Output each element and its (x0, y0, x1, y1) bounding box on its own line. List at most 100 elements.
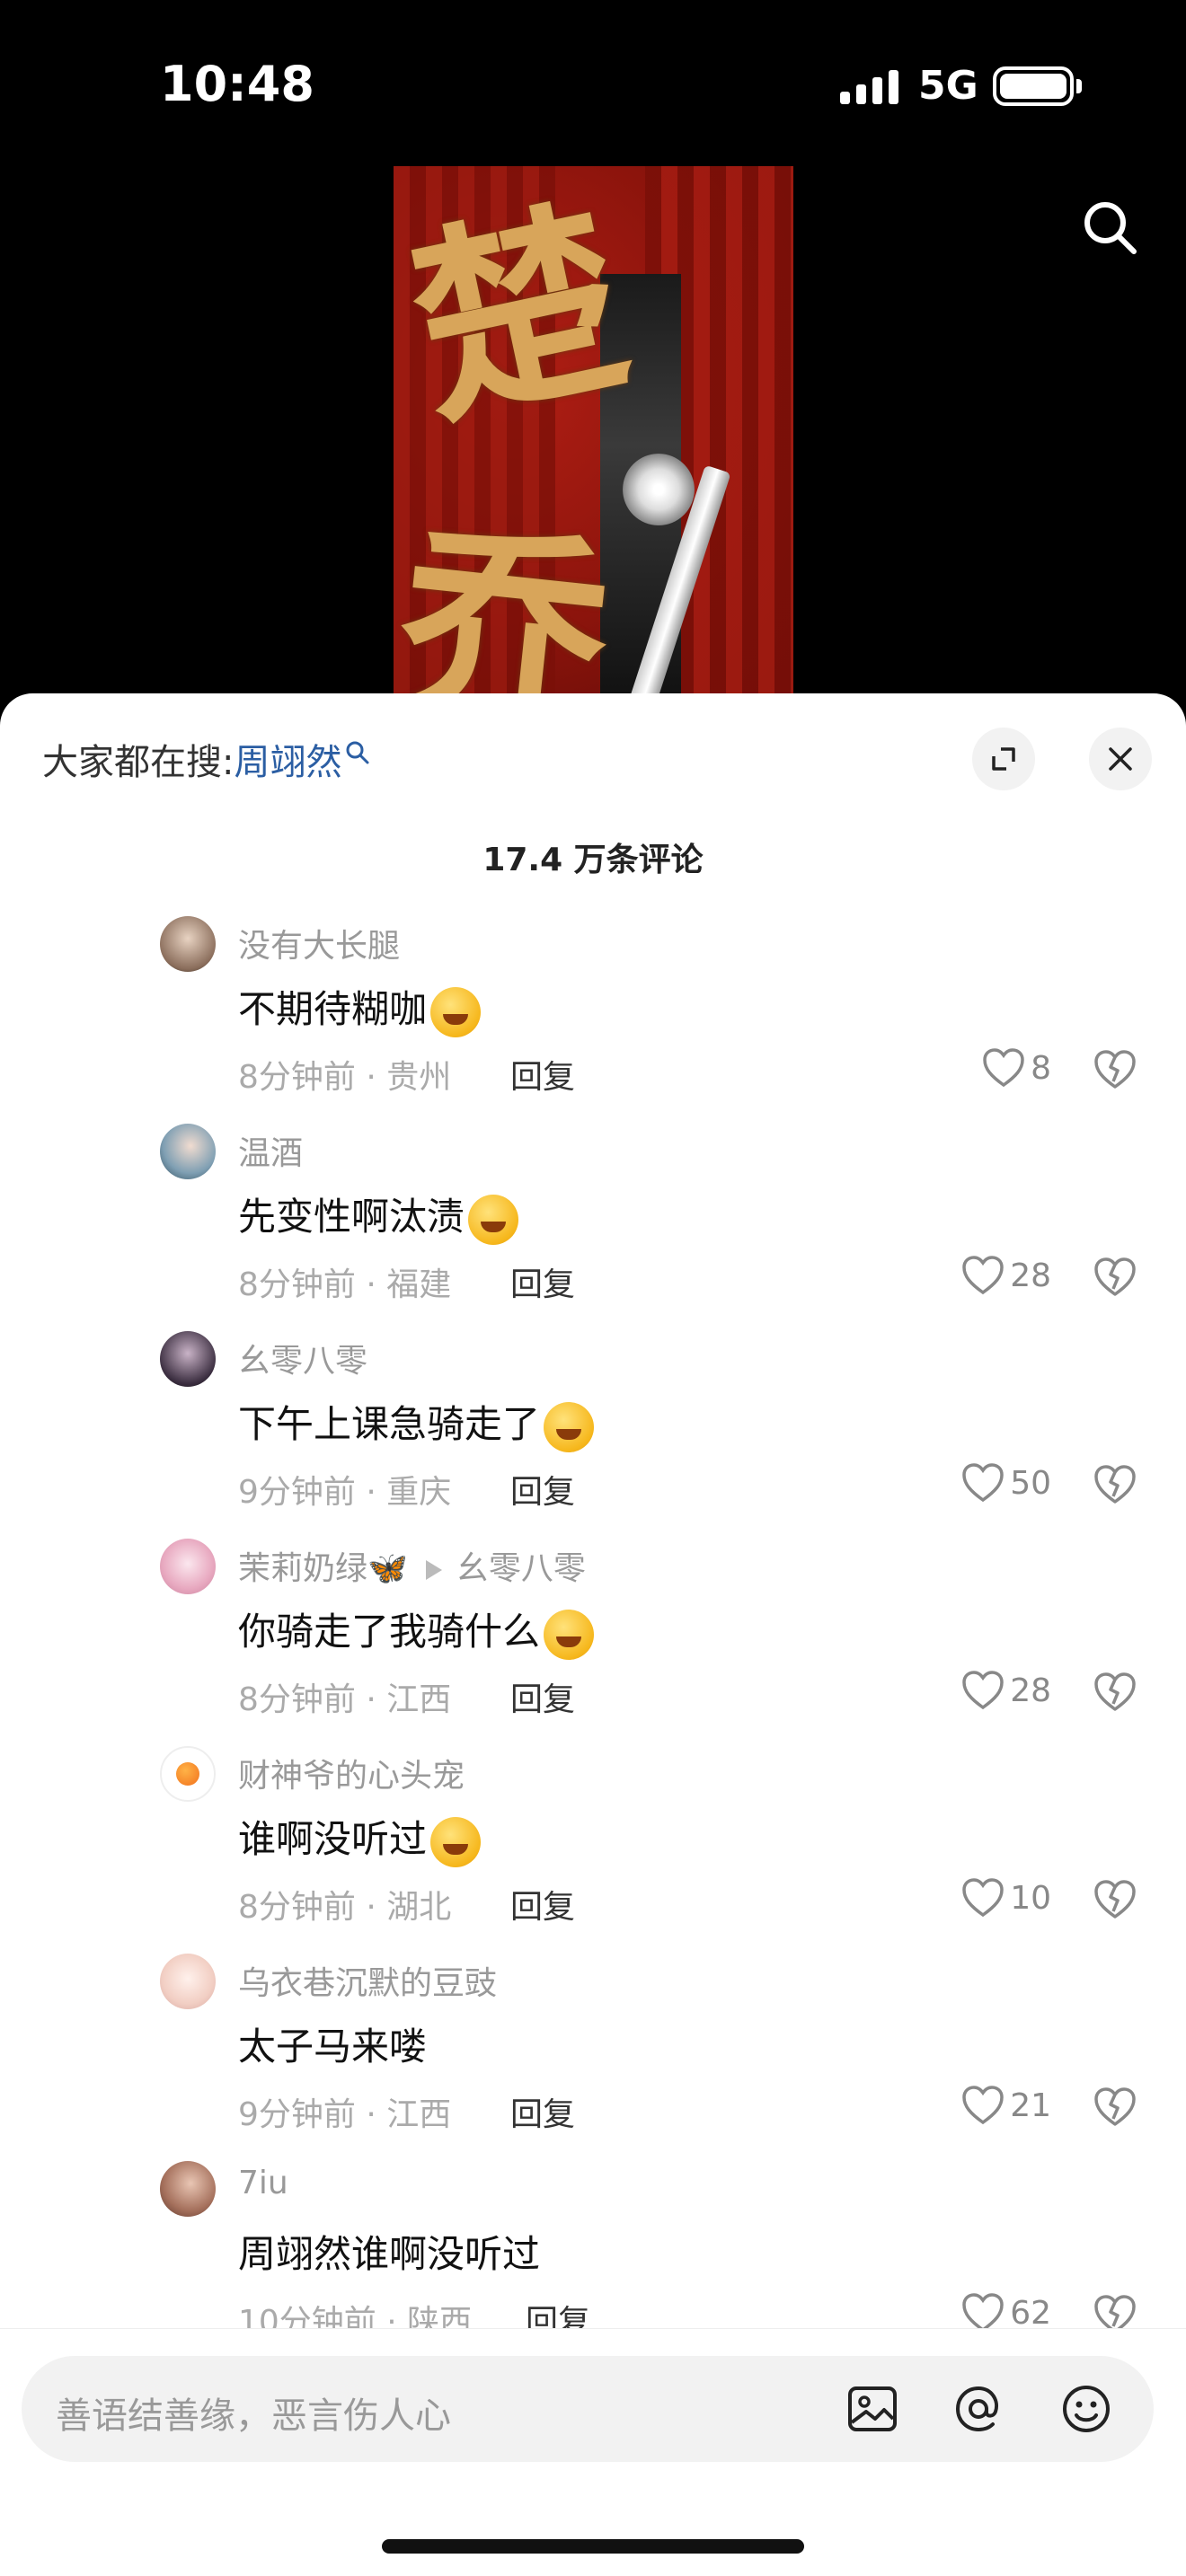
username-text: 幺零八零 (238, 1343, 368, 1380)
butterfly-badge: 🦋 (367, 1550, 408, 1587)
avatar[interactable] (160, 1954, 216, 2009)
heart-icon (962, 1671, 1004, 1710)
avatar[interactable] (160, 1124, 216, 1179)
battery-icon (993, 66, 1074, 106)
comment-meta: 8分钟前 · 湖北 (238, 1889, 452, 1926)
comment-text: 先变性啊汰渍 (238, 1187, 519, 1245)
network-type: 5G (918, 63, 978, 109)
emoji-icon (544, 1401, 595, 1452)
hot-search-term[interactable]: 周翊然 (234, 733, 341, 785)
emoji-icon (544, 1609, 595, 1660)
comment-item: 财神爷的心头宠 谁啊没听过 8分钟前 · 湖北 回复 10 (0, 1746, 1186, 1954)
reply-button[interactable]: 回复 (510, 1673, 575, 1720)
image-icon[interactable] (843, 2379, 902, 2439)
comment-body: 谁啊没听过 (238, 1817, 428, 1861)
like-count: 28 (1010, 1257, 1051, 1294)
comment-username[interactable]: 没有大长腿 (238, 920, 400, 966)
avatar[interactable] (160, 2161, 216, 2217)
comment-text: 不期待糊咖 (238, 979, 482, 1037)
like-button[interactable]: 50 (961, 1462, 1051, 1504)
heart-icon (962, 1878, 1004, 1918)
reply-button[interactable]: 回复 (510, 1258, 575, 1305)
like-button[interactable]: 21 (961, 2085, 1051, 2126)
reply-arrow-icon (425, 1560, 442, 1580)
like-count: 50 (1010, 1464, 1051, 1502)
comment-text: 谁啊没听过 (238, 1809, 482, 1867)
poster-flower (623, 454, 695, 525)
dislike-icon[interactable] (1093, 1047, 1137, 1090)
home-indicator[interactable] (382, 2539, 804, 2554)
emoji-icon (468, 1194, 519, 1245)
emoji-icon (430, 1816, 482, 1867)
comment-body: 不期待糊咖 (238, 987, 428, 1031)
reply-button[interactable]: 回复 (510, 2088, 575, 2135)
username-text: 没有大长腿 (238, 928, 401, 965)
comment-meta: 8分钟前 · 福建 (238, 1266, 452, 1303)
expand-button[interactable] (972, 728, 1035, 790)
comment-username[interactable]: 温酒 (238, 1127, 303, 1174)
reply-button[interactable]: 回复 (510, 1466, 575, 1513)
comment-text: 你骑走了我骑什么 (238, 1601, 595, 1660)
status-bar: 10:48 5G (0, 0, 1186, 171)
comment-body: 你骑走了我骑什么 (238, 1610, 541, 1654)
heart-icon (962, 1256, 1004, 1295)
comment-input-bar: 善语结善缘，恶言伤人心 (0, 2328, 1186, 2576)
comment-item: 没有大长腿 不期待糊咖 8分钟前 · 贵州 回复 8 (0, 916, 1186, 1124)
comment-meta: 9分钟前 · 重庆 (238, 1474, 452, 1511)
video-poster[interactable]: 楚 乔 (394, 166, 793, 701)
heart-icon (983, 1048, 1024, 1088)
close-button[interactable] (1089, 728, 1152, 790)
comment-item: 乌衣巷沉默的豆豉 太子马来喽 9分钟前 · 江西 回复 21 (0, 1954, 1186, 2161)
avatar[interactable] (160, 916, 216, 972)
like-count: 28 (1010, 1672, 1051, 1709)
comment-body: 周翊然谁啊没听过 (238, 2232, 541, 2276)
small-search-icon (346, 741, 369, 764)
like-button[interactable]: 28 (961, 1255, 1051, 1296)
comment-body: 先变性啊汰渍 (238, 1195, 465, 1239)
comment-username[interactable]: 幺零八零 (238, 1335, 367, 1381)
reply-to-username[interactable]: 幺零八零 (456, 1550, 586, 1587)
expand-icon (992, 747, 1015, 771)
comment-text: 下午上课急骑走了 (238, 1394, 595, 1452)
emoji-icon[interactable] (1057, 2379, 1116, 2439)
like-count: 21 (1010, 2086, 1051, 2124)
like-button[interactable]: 28 (961, 1670, 1051, 1711)
comment-username[interactable]: 7iu (238, 2165, 288, 2201)
like-button[interactable]: 10 (961, 1877, 1051, 1919)
comment-username[interactable]: 茉莉奶绿🦋 幺零八零 (238, 1542, 586, 1589)
comment-text: 周翊然谁啊没听过 (238, 2224, 540, 2279)
reply-button[interactable]: 回复 (510, 1051, 575, 1098)
comment-username[interactable]: 乌衣巷沉默的豆豉 (238, 1957, 497, 2004)
comment-username[interactable]: 财神爷的心头宠 (238, 1750, 465, 1796)
comment-input[interactable]: 善语结善缘，恶言伤人心 (22, 2356, 1154, 2462)
dislike-icon[interactable] (1093, 1462, 1137, 1505)
username-text: 温酒 (238, 1135, 304, 1172)
dislike-icon[interactable] (1093, 1255, 1137, 1298)
avatar[interactable] (160, 1539, 216, 1594)
battery-cap (1076, 79, 1082, 93)
dislike-icon[interactable] (1093, 1670, 1137, 1713)
comment-text: 太子马来喽 (238, 2016, 427, 2071)
reply-button[interactable]: 回复 (510, 1881, 575, 1928)
comment-count: 17.4 万条评论 (482, 842, 704, 878)
username-text: 乌衣巷沉默的豆豉 (238, 1965, 498, 2002)
username-text: 7iu (238, 2165, 288, 2201)
hot-search[interactable]: 大家都在搜: 周翊然 (42, 733, 370, 785)
avatar[interactable] (160, 1331, 216, 1387)
like-count: 10 (1010, 1879, 1051, 1917)
username-text: 茉莉奶绿 (238, 1550, 368, 1587)
dislike-icon[interactable] (1093, 1877, 1137, 1920)
at-icon[interactable] (949, 2379, 1008, 2439)
dislike-icon[interactable] (1093, 2085, 1137, 2128)
comment-item: 茉莉奶绿🦋 幺零八零 你骑走了我骑什么 8分钟前 · 江西 回复 28 (0, 1539, 1186, 1746)
comment-body: 太子马来喽 (238, 2025, 428, 2069)
comment-sheet: 大家都在搜: 周翊然 17.4 万条评论 没有大长腿 不期待糊咖 8分钟前 · … (0, 693, 1186, 2576)
search-icon[interactable] (1078, 196, 1141, 259)
close-icon (1109, 747, 1132, 771)
username-text: 财神爷的心头宠 (238, 1758, 465, 1795)
avatar[interactable] (160, 1746, 216, 1802)
like-button[interactable]: 8 (982, 1047, 1051, 1089)
emoji-icon (430, 986, 482, 1037)
poster-character-2: 乔 (394, 498, 620, 701)
comment-item: 幺零八零 下午上课急骑走了 9分钟前 · 重庆 回复 50 (0, 1331, 1186, 1539)
